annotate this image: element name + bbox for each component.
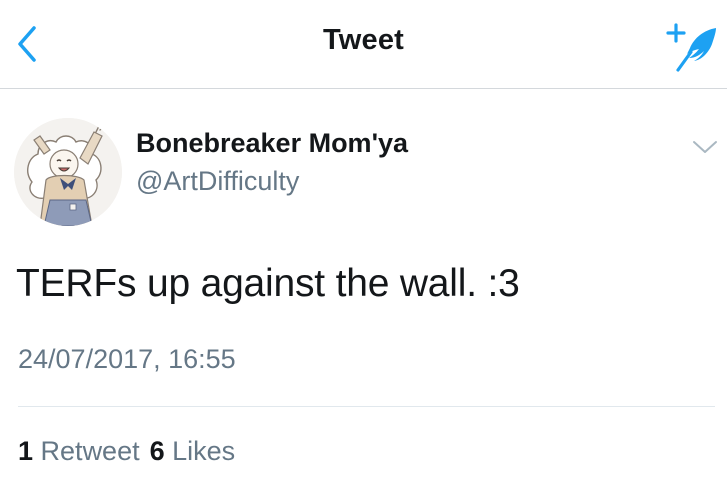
tweet-text: TERFs up against the wall. :3 bbox=[16, 262, 520, 305]
tweet-stats: 1 Retweet 6 Likes bbox=[18, 436, 235, 467]
retweet-count: 1 bbox=[18, 436, 34, 466]
avatar[interactable] bbox=[14, 118, 122, 226]
author-name[interactable]: Bonebreaker Mom'ya bbox=[136, 128, 408, 159]
tweet-menu-button[interactable] bbox=[688, 134, 722, 160]
avatar-drawing bbox=[14, 118, 122, 226]
likes-stat[interactable]: 6 Likes bbox=[150, 436, 236, 466]
tweet-timestamp: 24/07/2017, 16:55 bbox=[18, 344, 236, 374]
nav-bar: Tweet bbox=[0, 0, 727, 89]
retweets-stat[interactable]: 1 Retweet bbox=[18, 436, 140, 466]
tweet-detail-screen: Tweet Bonebreaker Mom'ya @ArtDifficulty … bbox=[0, 0, 727, 494]
chevron-down-icon bbox=[693, 141, 717, 153]
like-count: 6 bbox=[149, 436, 165, 466]
compose-tweet-button[interactable] bbox=[664, 20, 720, 72]
page-title: Tweet bbox=[322, 24, 405, 56]
compose-tweet-icon bbox=[666, 23, 716, 72]
retweet-label: Retweet bbox=[40, 436, 140, 466]
divider bbox=[18, 406, 715, 407]
like-label: Likes bbox=[172, 436, 236, 466]
author-handle[interactable]: @ArtDifficulty bbox=[136, 166, 299, 197]
